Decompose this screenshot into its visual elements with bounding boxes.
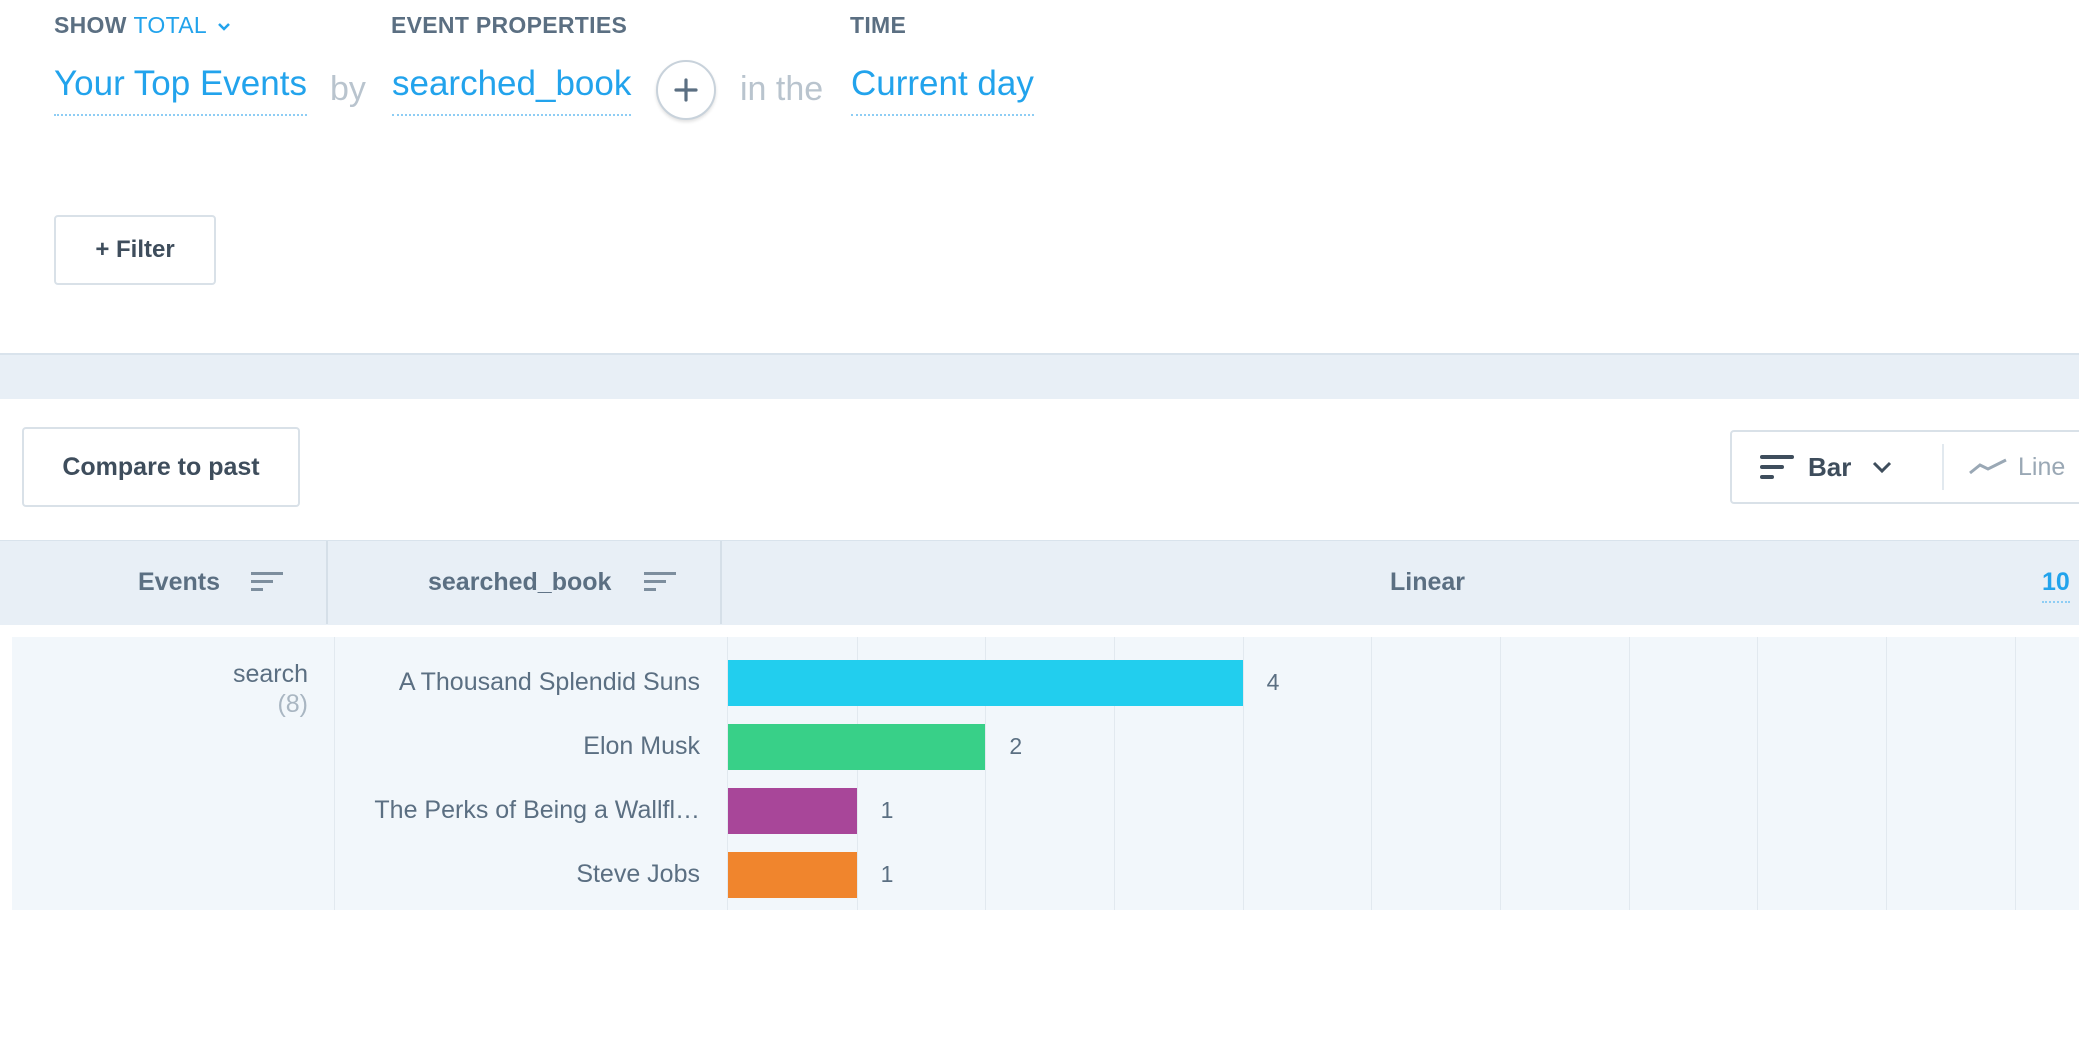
bar[interactable] [728,852,857,898]
bar-value-label: 4 [1266,669,1280,695]
bar-category-label: The Perks of Being a Wallfl… [374,796,700,824]
toggle-divider [1942,444,1944,490]
bar-category-label: Elon Musk [583,732,700,760]
grid-line [1500,637,1501,910]
grid-line [1757,637,1759,910]
by-text: by [330,70,366,108]
add-property-button[interactable] [656,60,716,120]
bar-value-label: 1 [880,797,894,823]
grid-line [1628,637,1630,910]
show-label: SHOW TOTAL [54,12,231,39]
sort-icon[interactable] [644,570,678,594]
chart-type-toggle: Bar Line [1730,430,2079,504]
line-option-label: Line [2018,452,2066,481]
grid-line [2014,637,2016,910]
section-divider [0,353,2079,399]
bar-value-label: 1 [880,861,894,887]
line-chart-option[interactable]: Line [1968,432,2079,502]
grid-line [1242,637,1244,910]
line-chart-icon [1969,458,2007,475]
compare-to-past-button[interactable]: Compare to past [22,427,300,507]
table-header [0,540,2079,625]
events-column-header[interactable]: Events [138,568,220,597]
bar-category-label: Steve Jobs [576,860,700,888]
time-selector[interactable]: Current day [851,64,1034,116]
bar-chart-option[interactable]: Bar [1732,432,1942,502]
grid-line [1886,637,1887,910]
property-selector[interactable]: searched_book [392,64,632,116]
bar-value-label: 2 [1009,733,1023,759]
plus-icon [674,78,698,102]
bar[interactable] [728,660,1243,706]
header-divider [720,541,722,624]
bar[interactable] [728,724,986,770]
bar-option-label: Bar [1808,451,1852,482]
events-selector[interactable]: Your Top Events [54,64,307,116]
chevron-down-icon [1873,461,1892,474]
bar-chart-icon [1760,455,1794,479]
bar-category-label: A Thousand Splendid Suns [398,668,700,696]
chevron-down-icon [217,23,230,31]
time-label: TIME [850,12,907,38]
show-total-dropdown[interactable]: TOTAL [133,12,230,38]
in-the-text: in the [740,70,824,108]
scale-selector[interactable]: Linear [1390,568,1465,597]
add-filter-button[interactable]: + Filter [54,215,216,285]
header-divider [326,541,328,624]
event-properties-label: EVENT PROPERTIES [391,12,628,38]
grid-line [1371,637,1373,910]
property-column-header[interactable]: searched_book [428,568,611,597]
limit-selector[interactable]: 10 [2042,568,2070,603]
bar[interactable] [728,788,857,834]
sort-icon[interactable] [251,570,285,594]
